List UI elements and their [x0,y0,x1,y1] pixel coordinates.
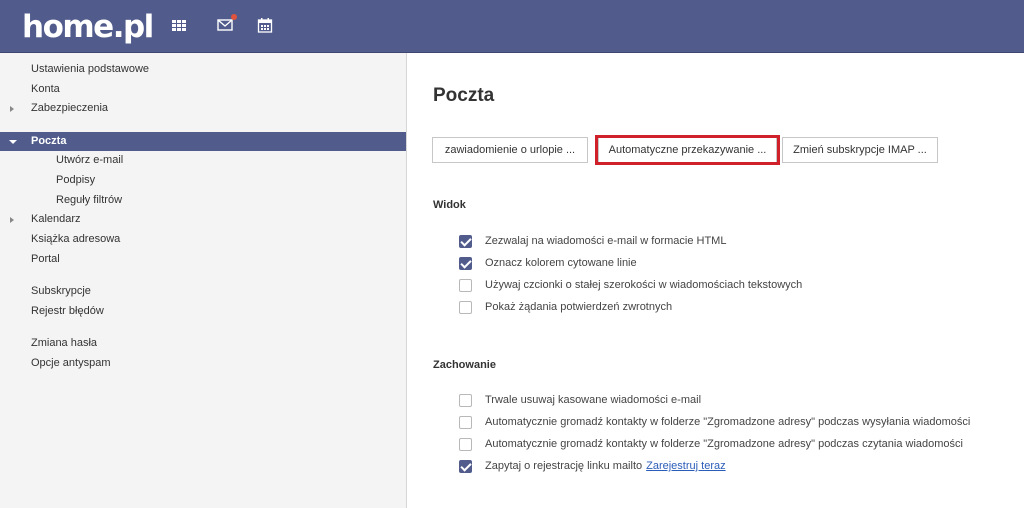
highlight-frame [595,135,780,165]
checkbox[interactable] [459,301,472,314]
sidebar-item-calendar[interactable]: Kalendarz [0,210,406,229]
sidebar-item-mail[interactable]: Poczta [0,132,406,151]
imap-subscriptions-button[interactable]: Zmień subskrypcje IMAP ... [782,137,938,163]
sidebar-item-subscriptions[interactable]: Subskrypcje [0,282,406,301]
settings-sidebar: Ustawienia podstawowe Konta Zabezpieczen… [0,53,407,508]
sidebar-item-error-log[interactable]: Rejestr błędów [0,302,406,321]
checkbox[interactable] [459,394,472,407]
checkbox[interactable] [459,279,472,292]
sidebar-item-signatures[interactable]: Podpisy [0,171,406,190]
section-heading-behavior: Zachowanie [433,359,496,371]
page-title: Poczta [433,85,495,106]
vacation-notice-button[interactable]: zawiadomienie o urlopie ... [432,137,588,163]
logo[interactable]: home.pl [22,8,154,46]
sidebar-item-antispam-options[interactable]: Opcje antyspam [0,354,406,373]
register-now-link[interactable]: Zarejestruj teraz [646,460,725,472]
sidebar-item-portal[interactable]: Portal [0,250,406,269]
sidebar-item-address-book[interactable]: Książka adresowa [0,230,406,249]
apps-grid-icon[interactable] [171,17,189,35]
checkbox[interactable] [459,438,472,451]
checkbox[interactable] [459,460,472,473]
checkbox[interactable] [459,257,472,270]
sidebar-item-change-password[interactable]: Zmiana hasła [0,334,406,353]
sidebar-item-accounts[interactable]: Konta [0,80,406,99]
calendar-icon[interactable] [257,17,275,35]
section-heading-view: Widok [433,199,466,211]
sidebar-item-security[interactable]: Zabezpieczenia [0,99,406,118]
sidebar-item-basic-settings[interactable]: Ustawienia podstawowe [0,60,406,79]
sidebar-item-compose-email[interactable]: Utwórz e-mail [0,151,406,170]
expand-arrow-icon[interactable] [10,217,14,223]
mail-icon[interactable] [217,14,237,35]
expand-arrow-icon[interactable] [10,106,14,112]
sidebar-item-filter-rules[interactable]: Reguły filtrów [0,191,406,210]
collapse-arrow-icon[interactable] [9,140,17,144]
mail-settings-panel: Poczta zawiadomienie o urlopie ... Autom… [432,85,971,473]
notification-dot [231,14,237,20]
checkbox[interactable] [459,235,472,248]
checkbox[interactable] [459,416,472,429]
top-bar: home.pl [0,0,1024,53]
